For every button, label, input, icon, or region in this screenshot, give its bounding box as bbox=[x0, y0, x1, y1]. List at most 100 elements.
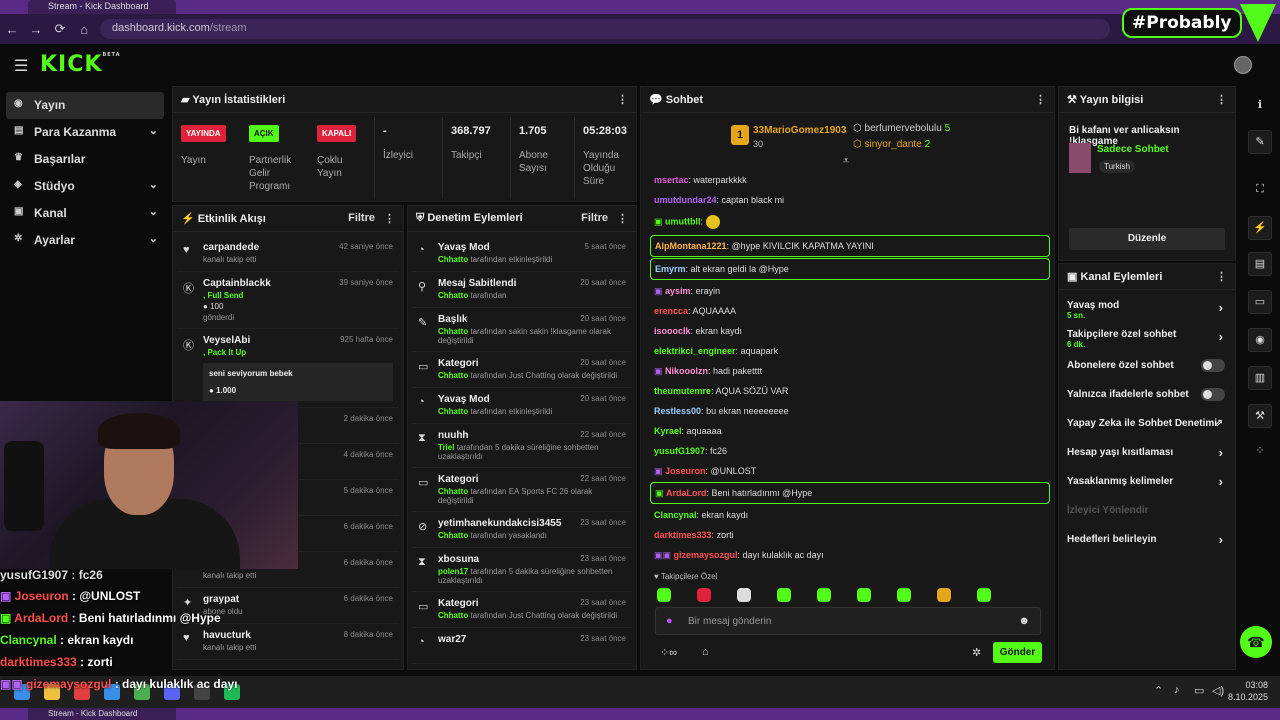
chat-message: theumutemre: AQUA SÖZÜ VAR bbox=[654, 386, 789, 396]
menu-icon[interactable]: ☰ bbox=[14, 56, 28, 76]
chat-input[interactable]: ● Bir mesaj gönderin ☻ bbox=[655, 607, 1041, 635]
subscribers-only-toggle[interactable] bbox=[1201, 359, 1225, 372]
reload-icon[interactable]: ⟳ bbox=[48, 21, 72, 37]
list-item: ⊘ yetimhanekundakcisi3455 Chhatto tarafınd… bbox=[412, 512, 632, 548]
moderation-filter-button[interactable]: Filtre bbox=[581, 212, 608, 224]
emote-icon[interactable] bbox=[897, 588, 911, 602]
apps-icon[interactable]: ⁘ bbox=[1248, 440, 1272, 464]
stat-abone: 1.705 Abone Sayısı bbox=[511, 117, 575, 199]
settings-icon[interactable]: ✲ bbox=[972, 646, 981, 659]
fullscreen-icon[interactable]: ⛶ bbox=[1248, 178, 1272, 202]
slow-mode-icon: ◔ bbox=[418, 244, 425, 256]
overlay-chat-line: ▣▣ gizemaysozgul : dayı kulaklık ac dayı bbox=[0, 677, 238, 691]
top-nav bbox=[0, 44, 1280, 86]
list-item: ⧗ xbosuna polen17 tarafından 5 dakika süre… bbox=[412, 548, 632, 592]
channel-actions-list: Yavaş mod 5 sn. › Takipçilere özel sohbet 6… bbox=[1059, 290, 1235, 561]
chat-message: elektrikci_engineer: aquapark bbox=[654, 346, 779, 356]
action-account-age[interactable]: Hesap yaşı kısıtlaması › bbox=[1059, 445, 1235, 474]
store-icon[interactable]: ⌂ bbox=[702, 646, 709, 658]
sidebar-item-para-kazanma[interactable]: ▤ Para Kazanma ⌄ bbox=[6, 119, 164, 146]
list-item: ◔ Yavaş Mod Chhatto tarafından etkinleştir… bbox=[412, 388, 632, 424]
more-icon[interactable]: ⋮ bbox=[617, 93, 628, 106]
chat-icon[interactable]: ▭ bbox=[1248, 290, 1272, 314]
send-button[interactable]: Gönder bbox=[993, 642, 1042, 663]
emote-icon[interactable] bbox=[937, 588, 951, 602]
user-avatar[interactable] bbox=[1234, 56, 1252, 74]
broadcast-icon[interactable]: ◉ bbox=[1248, 328, 1272, 352]
browser-tabbar-bottom: Stream - Kick Dashboard bbox=[0, 708, 1280, 720]
more-icon[interactable]: ⋮ bbox=[1035, 93, 1046, 106]
action-slow-mode[interactable]: Yavaş mod 5 sn. › bbox=[1059, 300, 1235, 329]
action-subscribers-only[interactable]: Abonelere özel sohbet bbox=[1059, 358, 1235, 387]
tray-chevron-icon[interactable]: ⌃ bbox=[1154, 684, 1163, 697]
overlay-chat-line: ▣ ArdaLord : Beni hatırladınmı @Hype bbox=[0, 611, 221, 625]
action-followers-only[interactable]: Takipçilere özel sohbet 6 dk. › bbox=[1059, 329, 1235, 358]
chevron-down-icon: ⌄ bbox=[148, 233, 158, 245]
action-goals[interactable]: Hedefleri belirleyin › bbox=[1059, 532, 1235, 561]
chat-message: Kyrael: aquaaaa bbox=[654, 426, 722, 436]
channel-actions-header: ▣ Kanal Eylemleri ⋮ bbox=[1059, 264, 1235, 290]
sidebar-item-yayin[interactable]: ◉ Yayın bbox=[6, 92, 164, 119]
support-icon[interactable]: ☎ bbox=[1240, 626, 1272, 658]
home-icon[interactable]: ⌂ bbox=[72, 22, 96, 37]
forward-icon[interactable]: → bbox=[24, 22, 48, 37]
emoji-icon[interactable]: ☻ bbox=[1018, 615, 1030, 627]
stats-panel: ▰ Yayın İstatistikleri ⋮ YAYINDA Yayın AÇI… bbox=[172, 86, 637, 202]
emote-icon[interactable] bbox=[817, 588, 831, 602]
more-icon[interactable]: ⋮ bbox=[384, 212, 395, 225]
action-emotes-only[interactable]: Yalnızca ifadelerle sohbet bbox=[1059, 387, 1235, 416]
star-icon: ✦ bbox=[183, 597, 193, 609]
sidebar-item-kanal[interactable]: ▣ Kanal ⌄ bbox=[6, 200, 164, 227]
mic-icon[interactable]: ♪ bbox=[1174, 684, 1180, 696]
chat-header: 💬 Sohbet ⋮ bbox=[641, 87, 1054, 113]
chat-message: ▣ umuttbll: bbox=[650, 210, 1050, 234]
sidebar-item-studyo[interactable]: ◈ Stüdyo ⌄ bbox=[6, 173, 164, 200]
network-icon[interactable]: ▭ bbox=[1194, 684, 1204, 697]
points-icon[interactable]: ⁘∞ bbox=[660, 646, 677, 659]
external-link-icon: ⇗ bbox=[1214, 418, 1223, 429]
action-ai-moderation[interactable]: Yapay Zeka ile Sohbet Denetimi ⇗ bbox=[1059, 416, 1235, 445]
more-icon[interactable]: ⋮ bbox=[617, 212, 628, 225]
browser-tab[interactable]: Stream - Kick Dashboard bbox=[28, 708, 176, 720]
category-icon: ▭ bbox=[418, 477, 429, 489]
slow-mode-icon: ◔ bbox=[418, 636, 425, 648]
activity-filter-button[interactable]: Filtre bbox=[348, 212, 375, 224]
emotes-only-toggle[interactable] bbox=[1201, 388, 1225, 401]
overlay-chat-line: Clancynal : ekran kaydı bbox=[0, 633, 134, 647]
edit-button[interactable]: Düzenle bbox=[1069, 228, 1225, 250]
emote-icon[interactable] bbox=[977, 588, 991, 602]
clock[interactable]: 03:08 8.10.2025 bbox=[1228, 679, 1268, 703]
moderation-list: ◔ Yavaş Mod Chhatto tarafından etkinleştir… bbox=[412, 236, 632, 664]
chat-message: erencca: AQUAAAA bbox=[654, 306, 737, 316]
back-icon[interactable]: ← bbox=[0, 22, 24, 37]
volume-icon[interactable]: ◁) bbox=[1212, 684, 1224, 697]
emote-icon[interactable] bbox=[857, 588, 871, 602]
bolt-icon[interactable]: ⚡ bbox=[1248, 216, 1272, 240]
browser-tab[interactable]: Stream - Kick Dashboard bbox=[28, 0, 176, 14]
wrench-icon[interactable]: ⚒ bbox=[1248, 404, 1272, 428]
top-gifters: 1 33MarioGomez1903 30 ⬡ berfumervebolulu… bbox=[731, 123, 1031, 163]
mic-icon[interactable]: ● bbox=[666, 615, 673, 627]
list-item: ▭ Kategori Chhatto tarafından EA Sports FC… bbox=[412, 468, 632, 512]
stat-takipci: 368.797 Takipçi bbox=[443, 117, 511, 199]
more-icon[interactable]: ⋮ bbox=[1216, 270, 1227, 283]
sidebar-item-ayarlar[interactable]: ✲ Ayarlar ⌄ bbox=[6, 227, 164, 254]
heart-icon: ♥ bbox=[183, 244, 190, 256]
layout-icon[interactable]: ▥ bbox=[1248, 366, 1272, 390]
edit-icon[interactable]: ✎ bbox=[1248, 130, 1272, 154]
sidebar-item-basarilar[interactable]: ♛ Başarılar bbox=[6, 146, 164, 173]
emote-icon[interactable] bbox=[737, 588, 751, 602]
more-icon[interactable]: ⋮ bbox=[1216, 93, 1227, 106]
kick-k-icon: Ⓚ bbox=[183, 340, 194, 352]
info-icon[interactable]: ℹ bbox=[1248, 94, 1272, 118]
kick-logo[interactable]: KICKBETA bbox=[40, 52, 121, 77]
emote-icon[interactable] bbox=[697, 588, 711, 602]
document-icon[interactable]: ▤ bbox=[1248, 252, 1272, 276]
overlay-chat-line: darktimes333 : zorti bbox=[0, 655, 113, 669]
collapse-icon[interactable]: ⩡ bbox=[843, 155, 849, 168]
emote-icon[interactable] bbox=[777, 588, 791, 602]
url-field[interactable]: dashboard.kick.com/stream bbox=[100, 19, 1110, 39]
chevron-down-icon: ⌄ bbox=[148, 179, 158, 191]
action-banned-words[interactable]: Yasaklanmış kelimeler › bbox=[1059, 474, 1235, 503]
emote-icon[interactable] bbox=[657, 588, 671, 602]
